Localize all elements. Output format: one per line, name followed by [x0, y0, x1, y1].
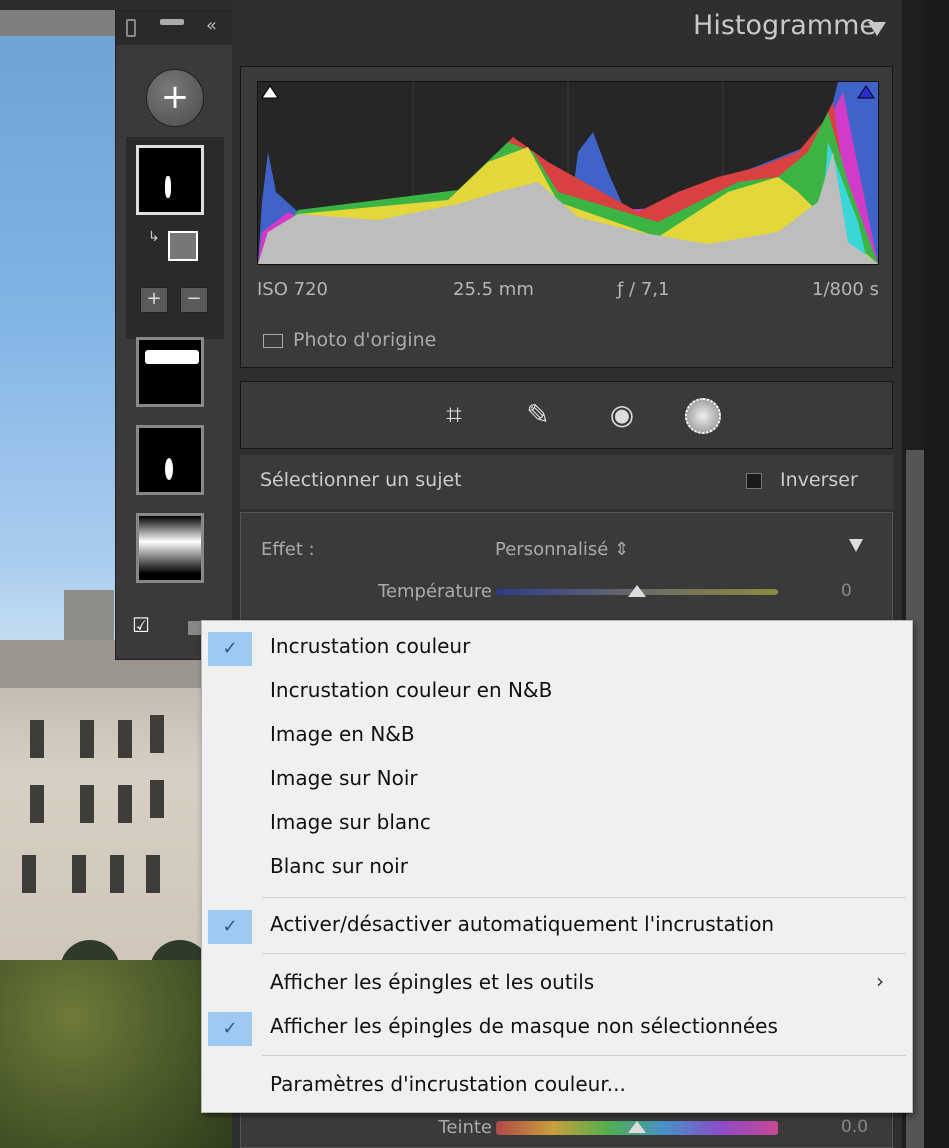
mask-panel-header: «	[116, 11, 232, 45]
mask-shape	[165, 458, 173, 480]
menu-item-label: Image en N&B	[270, 722, 415, 746]
select-subject-button[interactable]: Sélectionner un sujet	[260, 469, 462, 491]
building-window	[146, 855, 160, 893]
original-photo-toggle[interactable]: Photo d'origine	[263, 329, 436, 351]
crop-icon[interactable]: ⌗	[437, 398, 471, 432]
menu-item-label: Blanc sur noir	[270, 854, 408, 878]
exif-iso: ISO 720	[257, 279, 328, 300]
menu-separator	[262, 1055, 906, 1056]
menu-item-label: Afficher les épingles de masque non séle…	[270, 1014, 778, 1038]
menu-item-label: Incrustation couleur en N&B	[270, 678, 553, 702]
mask-thumbnail-sky[interactable]	[136, 337, 204, 407]
building-window	[30, 785, 44, 823]
building-window	[118, 720, 132, 758]
menu-item-show-unselected-pins[interactable]: ✓ Afficher les épingles de masque non sé…	[202, 1007, 912, 1047]
menu-item-auto-toggle-overlay[interactable]: ✓ Activer/désactiver automatiquement l'i…	[202, 905, 912, 945]
tint-slider-row: Teinte 0.0	[241, 1113, 894, 1143]
add-component-button[interactable]: +	[140, 287, 168, 313]
submenu-arrow-icon: ›	[876, 969, 884, 993]
mask-thumbnail-gradient[interactable]	[136, 513, 204, 583]
mask-thumbnail-subject[interactable]	[136, 145, 204, 215]
add-mask-button[interactable]: +	[146, 69, 204, 127]
building-window	[118, 785, 132, 823]
selected-mask-group[interactable]: ↳ + −	[126, 137, 224, 339]
red-eye-icon[interactable]: ◉	[605, 398, 639, 432]
building-window	[110, 855, 124, 893]
original-photo-checkbox[interactable]	[263, 333, 283, 348]
exif-info: ISO 720 25.5 mm ƒ / 7,1 1/800 s	[257, 279, 879, 303]
effect-select[interactable]: Personnalisé ⇕	[495, 539, 629, 560]
check-icon: ✓	[208, 1012, 252, 1046]
check-icon: ✓	[208, 910, 252, 944]
menu-item-image-on-white[interactable]: Image sur blanc	[202, 803, 912, 843]
menu-item-white-on-black[interactable]: Blanc sur noir	[202, 847, 912, 887]
temperature-label: Température	[377, 581, 492, 602]
mask-shape	[145, 350, 199, 364]
invert-checkbox[interactable]	[746, 472, 762, 489]
menu-separator	[262, 897, 906, 898]
building-window	[72, 855, 86, 893]
menu-item-label: Afficher les épingles et les outils	[270, 970, 595, 994]
menu-item-overlay-settings[interactable]: Paramètres d'incrustation couleur...	[202, 1065, 912, 1105]
menu-item-label: Paramètres d'incrustation couleur...	[270, 1072, 626, 1096]
temperature-value[interactable]: 0	[841, 581, 852, 601]
check-icon: ✓	[208, 632, 252, 666]
menu-item-show-pins-tools[interactable]: Afficher les épingles et les outils ›	[202, 963, 912, 1003]
original-photo-label: Photo d'origine	[293, 329, 437, 351]
menu-separator	[262, 953, 906, 954]
effect-label: Effet :	[261, 539, 315, 560]
collapse-icon[interactable]: «	[206, 15, 217, 36]
histogram-graph[interactable]	[257, 81, 879, 265]
mask-thumbnail-person[interactable]	[136, 425, 204, 495]
invert-label: Inverser	[780, 469, 858, 491]
histogram-title[interactable]: Histogramme	[232, 10, 882, 41]
building-window	[80, 720, 94, 758]
mask-overlay-checkbox[interactable]: ☑	[132, 613, 150, 637]
building-window	[30, 720, 44, 758]
temperature-knob[interactable]	[628, 585, 646, 597]
right-edge	[924, 0, 949, 1148]
building-window	[150, 715, 164, 753]
sub-mask-thumbnail[interactable]	[168, 231, 198, 261]
exif-focal: 25.5 mm	[453, 279, 534, 300]
tint-knob[interactable]	[628, 1121, 646, 1133]
building-window	[22, 855, 36, 893]
mask-shape	[165, 176, 171, 198]
menu-item-image-on-black[interactable]: Image sur Noir	[202, 759, 912, 799]
mask-panel: « + ↳ + − ☑	[115, 10, 233, 660]
select-subject-row: Sélectionner un sujet Inverser	[240, 455, 893, 509]
collapse-triangle-icon[interactable]	[868, 22, 886, 36]
menu-item-color-overlay[interactable]: ✓ Incrustation couleur	[202, 627, 912, 667]
overlay-context-menu: ✓ Incrustation couleur Incrustation coul…	[201, 620, 913, 1113]
mask-icon[interactable]	[685, 398, 721, 434]
histogram-plot	[258, 82, 878, 264]
mask-overlay-options-icon[interactable]	[188, 621, 202, 635]
effect-collapse-icon[interactable]	[849, 539, 863, 552]
shadow-clipping-icon[interactable]	[261, 85, 279, 99]
tint-value[interactable]: 0.0	[841, 1117, 868, 1137]
exif-aperture: ƒ / 7,1	[617, 279, 670, 300]
menu-item-label: Incrustation couleur	[270, 634, 471, 658]
building-window	[80, 785, 94, 823]
building-window	[150, 780, 164, 818]
tool-strip: ⌗ ✎ ◉	[240, 381, 893, 449]
menu-item-image-bw[interactable]: Image en N&B	[202, 715, 912, 755]
menu-item-label: Activer/désactiver automatiquement l'inc…	[270, 912, 775, 936]
subtract-component-button[interactable]: −	[180, 287, 208, 313]
panel-toggle-icon[interactable]	[126, 19, 136, 37]
exif-shutter: 1/800 s	[812, 279, 879, 300]
invert-toggle[interactable]: Inverser	[746, 469, 858, 491]
tint-label: Teinte	[438, 1117, 492, 1138]
menu-item-label: Image sur Noir	[270, 766, 418, 790]
menu-item-label: Image sur blanc	[270, 810, 431, 834]
sub-mask-arrow-icon: ↳	[148, 229, 160, 245]
healing-icon[interactable]: ✎	[521, 398, 555, 432]
menu-item-color-overlay-bw[interactable]: Incrustation couleur en N&B	[202, 671, 912, 711]
minimize-icon[interactable]	[160, 19, 184, 25]
histogram-box: ISO 720 25.5 mm ƒ / 7,1 1/800 s Photo d'…	[240, 66, 893, 368]
temperature-slider-row: Température 0	[241, 577, 894, 607]
